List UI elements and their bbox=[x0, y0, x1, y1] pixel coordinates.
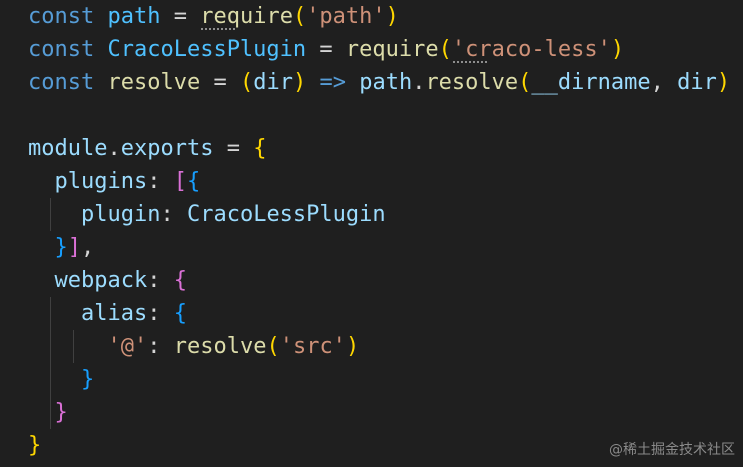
code-token: ( bbox=[266, 334, 280, 359]
code-token: CracoLessPlugin bbox=[107, 37, 307, 62]
code-line[interactable]: const CracoLessPlugin = require('craco-l… bbox=[28, 33, 730, 66]
code-token: } bbox=[54, 235, 68, 260]
code-line[interactable]: module.exports = { bbox=[28, 132, 730, 165]
code-token: '@' bbox=[107, 334, 148, 359]
code-token: dir bbox=[253, 70, 293, 95]
code-token: : bbox=[147, 268, 174, 293]
code-line[interactable]: const path = require('path') bbox=[28, 0, 730, 33]
indent-guide bbox=[49, 198, 51, 231]
code-token: ( bbox=[518, 70, 532, 95]
code-token: 'craco-less' bbox=[451, 37, 611, 62]
code-token: . bbox=[412, 70, 426, 95]
code-token: : bbox=[160, 202, 187, 227]
code-token: const bbox=[28, 70, 95, 95]
code-token: { bbox=[186, 169, 201, 194]
code-token: dir bbox=[677, 70, 717, 95]
code-line[interactable]: const resolve = (dir) => path.resolve(__… bbox=[28, 66, 730, 99]
code-token: ( bbox=[438, 37, 452, 62]
code-token: ] bbox=[67, 235, 81, 260]
code-token: exports bbox=[120, 136, 214, 161]
code-line[interactable]: webpack: { bbox=[28, 264, 730, 297]
code-token: resolve bbox=[107, 70, 201, 95]
code-token: [ bbox=[173, 169, 187, 194]
code-token: { bbox=[173, 268, 187, 293]
code-token: , bbox=[650, 70, 678, 95]
code-token: : bbox=[147, 169, 174, 194]
code-token: plugin bbox=[80, 202, 161, 227]
code-token: = bbox=[306, 37, 346, 62]
code-line[interactable]: } bbox=[28, 396, 730, 429]
code-token: ( bbox=[239, 70, 254, 95]
code-token: { bbox=[173, 301, 187, 326]
code-token: path bbox=[359, 70, 413, 95]
indent-guide bbox=[49, 297, 51, 330]
code-token: ( bbox=[292, 4, 307, 29]
code-editor[interactable]: const path = require('path') const CracoL… bbox=[0, 0, 743, 467]
code-token: . bbox=[107, 136, 121, 161]
code-token: } bbox=[54, 400, 68, 425]
indent-guide bbox=[49, 330, 51, 363]
code-token: = bbox=[213, 136, 254, 161]
code-block[interactable]: const path = require('path') const CracoL… bbox=[28, 0, 730, 462]
code-token: , bbox=[81, 235, 95, 260]
code-token: = bbox=[200, 70, 240, 95]
code-token: ) bbox=[292, 70, 307, 95]
code-line[interactable] bbox=[28, 99, 730, 132]
code-token: 'path' bbox=[306, 4, 386, 29]
indent-guide bbox=[49, 363, 51, 396]
code-token: = bbox=[160, 4, 201, 29]
code-token: ) bbox=[385, 4, 399, 29]
code-token: : bbox=[147, 334, 174, 359]
code-token: module bbox=[28, 136, 108, 161]
code-token: ) bbox=[610, 37, 625, 62]
code-token: ) bbox=[716, 70, 731, 95]
code-token: alias bbox=[80, 301, 148, 326]
code-token: resolve bbox=[173, 334, 267, 359]
code-token: const bbox=[28, 4, 95, 29]
indent-guide bbox=[49, 396, 51, 429]
code-token: __dirname bbox=[531, 70, 651, 95]
code-token: CracoLessPlugin bbox=[186, 202, 386, 227]
code-line[interactable]: }], bbox=[28, 231, 730, 264]
code-token: resolve bbox=[425, 70, 519, 95]
code-token: } bbox=[28, 433, 42, 458]
code-line[interactable]: plugin: CracoLessPlugin bbox=[28, 198, 730, 231]
code-token: webpack bbox=[54, 268, 148, 293]
code-line[interactable]: } bbox=[28, 363, 730, 396]
code-token: } bbox=[80, 367, 95, 392]
code-token: require bbox=[345, 37, 439, 62]
code-token: : bbox=[147, 301, 174, 326]
code-line[interactable]: '@': resolve('src') bbox=[28, 330, 730, 363]
code-token: { bbox=[253, 136, 267, 161]
code-token: path bbox=[107, 4, 161, 29]
code-token: ) bbox=[345, 334, 360, 359]
code-token: 'src' bbox=[279, 334, 346, 359]
code-token: require bbox=[200, 4, 293, 29]
watermark: @稀土掘金技术社区 bbox=[609, 442, 735, 458]
code-token: const bbox=[28, 37, 95, 62]
code-token: plugins bbox=[54, 169, 148, 194]
code-line[interactable]: plugins: [{ bbox=[28, 165, 730, 198]
code-token: => bbox=[319, 70, 346, 95]
code-line[interactable]: alias: { bbox=[28, 297, 730, 330]
indent-guide bbox=[73, 330, 75, 363]
